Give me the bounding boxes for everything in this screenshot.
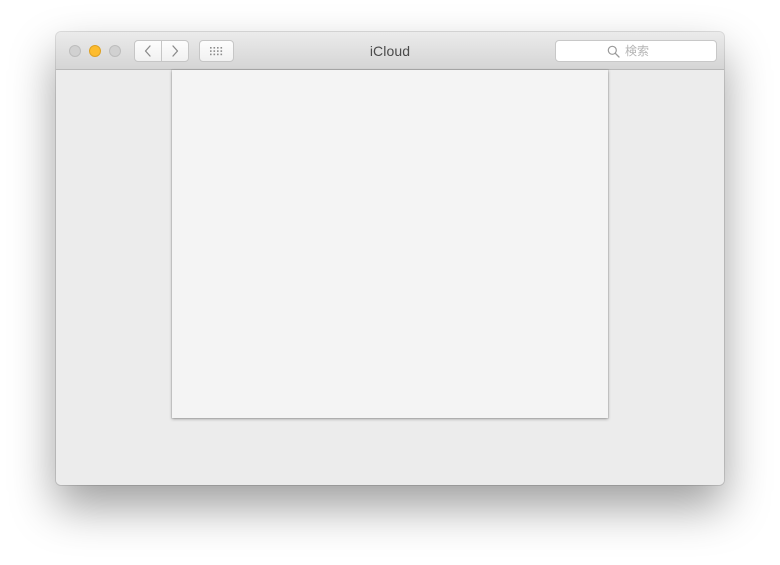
loading-panel	[172, 70, 608, 418]
titlebar: iCloud	[56, 32, 724, 70]
search-icon	[607, 45, 620, 58]
search-field[interactable]	[555, 40, 717, 62]
search-input[interactable]	[625, 44, 665, 58]
preferences-window: iCloud	[56, 32, 724, 485]
content-area	[56, 70, 724, 485]
